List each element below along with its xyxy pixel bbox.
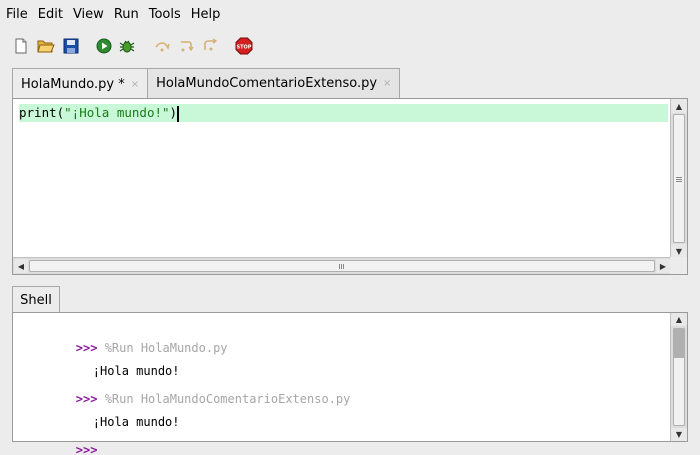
- scroll-up-arrow-icon[interactable]: ▲: [671, 99, 687, 113]
- tab-label: HolaMundoComentarioExtenso.py: [156, 76, 378, 91]
- scrollbar-corner: [670, 257, 687, 274]
- scroll-up-arrow-icon[interactable]: ▲: [671, 313, 687, 326]
- shell-line: ¡Hola mundo!: [35, 347, 180, 378]
- save-button[interactable]: [61, 36, 81, 56]
- toolbar: STOP: [0, 32, 700, 60]
- shell-prompt: >>>: [75, 443, 98, 455]
- scroll-left-arrow-icon[interactable]: ◀: [14, 259, 28, 273]
- code-function: print(: [19, 105, 65, 120]
- menu-view[interactable]: View: [69, 0, 108, 30]
- tab-label: HolaMundo.py *: [21, 76, 125, 92]
- new-file-button[interactable]: [11, 36, 31, 56]
- step-out-button[interactable]: [200, 36, 220, 56]
- step-into-icon: [181, 41, 194, 52]
- menu-help[interactable]: Help: [187, 0, 225, 30]
- scroll-down-arrow-icon[interactable]: ▼: [671, 244, 687, 258]
- code-line-current[interactable]: print("¡Hola mundo!"): [19, 104, 668, 122]
- code-string: "¡Hola mundo!": [64, 105, 170, 120]
- step-into-button[interactable]: [176, 36, 196, 56]
- close-icon[interactable]: ×: [131, 79, 139, 90]
- shell-input-line[interactable]: >>>: [18, 426, 98, 455]
- editor-vertical-scrollbar[interactable]: ▲ ▼: [670, 99, 687, 258]
- text-caret: [177, 105, 180, 122]
- menu-edit[interactable]: Edit: [34, 0, 67, 30]
- step-over-icon: [155, 42, 170, 52]
- tab-shell[interactable]: Shell: [12, 286, 60, 313]
- stop-button[interactable]: STOP: [234, 36, 254, 56]
- code-editor[interactable]: print("¡Hola mundo!") ▲ ▼ ◀ ▶: [12, 98, 688, 275]
- close-icon[interactable]: ×: [383, 78, 391, 89]
- shell-line: >>> %Run HolaMundoComentarioExtenso.py: [18, 375, 351, 406]
- new-file-icon: [15, 38, 27, 54]
- run-icon: [96, 38, 112, 54]
- shell-output[interactable]: >>> %Run HolaMundo.py ¡Hola mundo! >>> %…: [13, 313, 671, 455]
- save-icon: [63, 38, 79, 54]
- menu-file[interactable]: File: [2, 0, 32, 30]
- scroll-down-arrow-icon[interactable]: ▼: [671, 428, 687, 441]
- editor-horizontal-scrollbar[interactable]: ◀ ▶: [13, 257, 671, 274]
- run-button[interactable]: [94, 36, 114, 56]
- code-paren: ): [169, 105, 178, 120]
- tab-holamundo-comentario-extenso[interactable]: HolaMundoComentarioExtenso.py ×: [147, 68, 401, 98]
- step-out-icon: [204, 38, 218, 51]
- debug-icon: [119, 40, 135, 53]
- shell-panel[interactable]: >>> %Run HolaMundo.py ¡Hola mundo! >>> %…: [12, 312, 688, 455]
- code-area[interactable]: print("¡Hola mundo!"): [13, 99, 671, 258]
- stop-icon: STOP: [235, 37, 253, 55]
- debug-button[interactable]: [117, 36, 137, 56]
- step-over-button[interactable]: [152, 36, 172, 56]
- shell-output-text: ¡Hola mundo!: [92, 415, 180, 429]
- menu-tools[interactable]: Tools: [145, 0, 185, 30]
- shell-line: >>> %Run HolaMundo.py: [18, 324, 228, 355]
- open-file-button[interactable]: [36, 36, 56, 56]
- scrollbar-thumb[interactable]: [29, 260, 655, 272]
- tab-holamundo[interactable]: HolaMundo.py * ×: [12, 68, 149, 99]
- scrollbar-thumb[interactable]: [673, 114, 685, 243]
- editor-notebook: HolaMundo.py * × HolaMundoComentarioExte…: [12, 68, 688, 275]
- menu-run[interactable]: Run: [110, 0, 143, 30]
- scrollbar-thumb[interactable]: [673, 328, 685, 358]
- open-folder-icon: [37, 40, 55, 53]
- shell-notebook: Shell >>> %Run HolaMundo.py ¡Hola mundo!…: [12, 286, 688, 455]
- menu-bar: File Edit View Run Tools Help: [0, 0, 700, 30]
- shell-line: ¡Hola mundo!: [35, 398, 180, 429]
- scroll-right-arrow-icon[interactable]: ▶: [656, 259, 670, 273]
- shell-vertical-scrollbar[interactable]: ▲ ▼: [670, 313, 687, 441]
- editor-tabs: HolaMundo.py * × HolaMundoComentarioExte…: [12, 68, 401, 99]
- stop-icon-label: STOP: [237, 45, 252, 51]
